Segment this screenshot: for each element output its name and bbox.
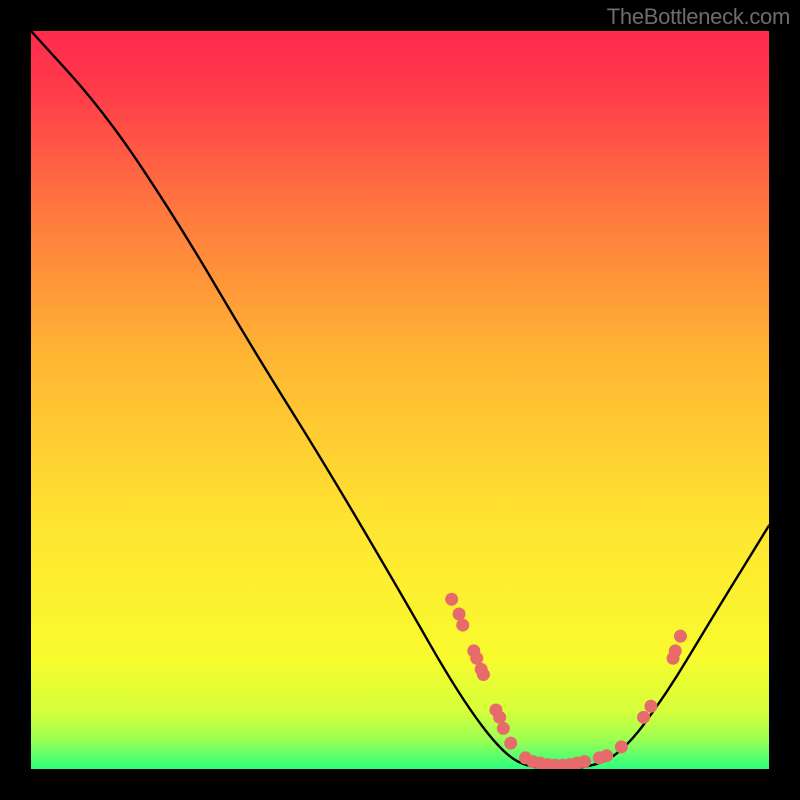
chart-dot	[669, 644, 682, 657]
attribution-text: TheBottleneck.com	[607, 4, 790, 30]
chart-dot	[493, 711, 506, 724]
chart-dot	[644, 700, 657, 713]
chart-background	[31, 31, 769, 769]
chart-dot	[504, 737, 517, 750]
chart-dot	[477, 668, 490, 681]
chart-dot	[453, 608, 466, 621]
chart-dot	[497, 722, 510, 735]
chart-dot	[445, 593, 458, 606]
chart-dot	[456, 619, 469, 632]
chart-dot	[578, 755, 591, 768]
chart-dot	[615, 740, 628, 753]
chart-dot	[470, 652, 483, 665]
chart-dot	[674, 630, 687, 643]
chart-svg	[31, 31, 769, 769]
chart-dot	[637, 711, 650, 724]
chart-dot	[600, 749, 613, 762]
chart-container: TheBottleneck.com	[0, 0, 800, 800]
